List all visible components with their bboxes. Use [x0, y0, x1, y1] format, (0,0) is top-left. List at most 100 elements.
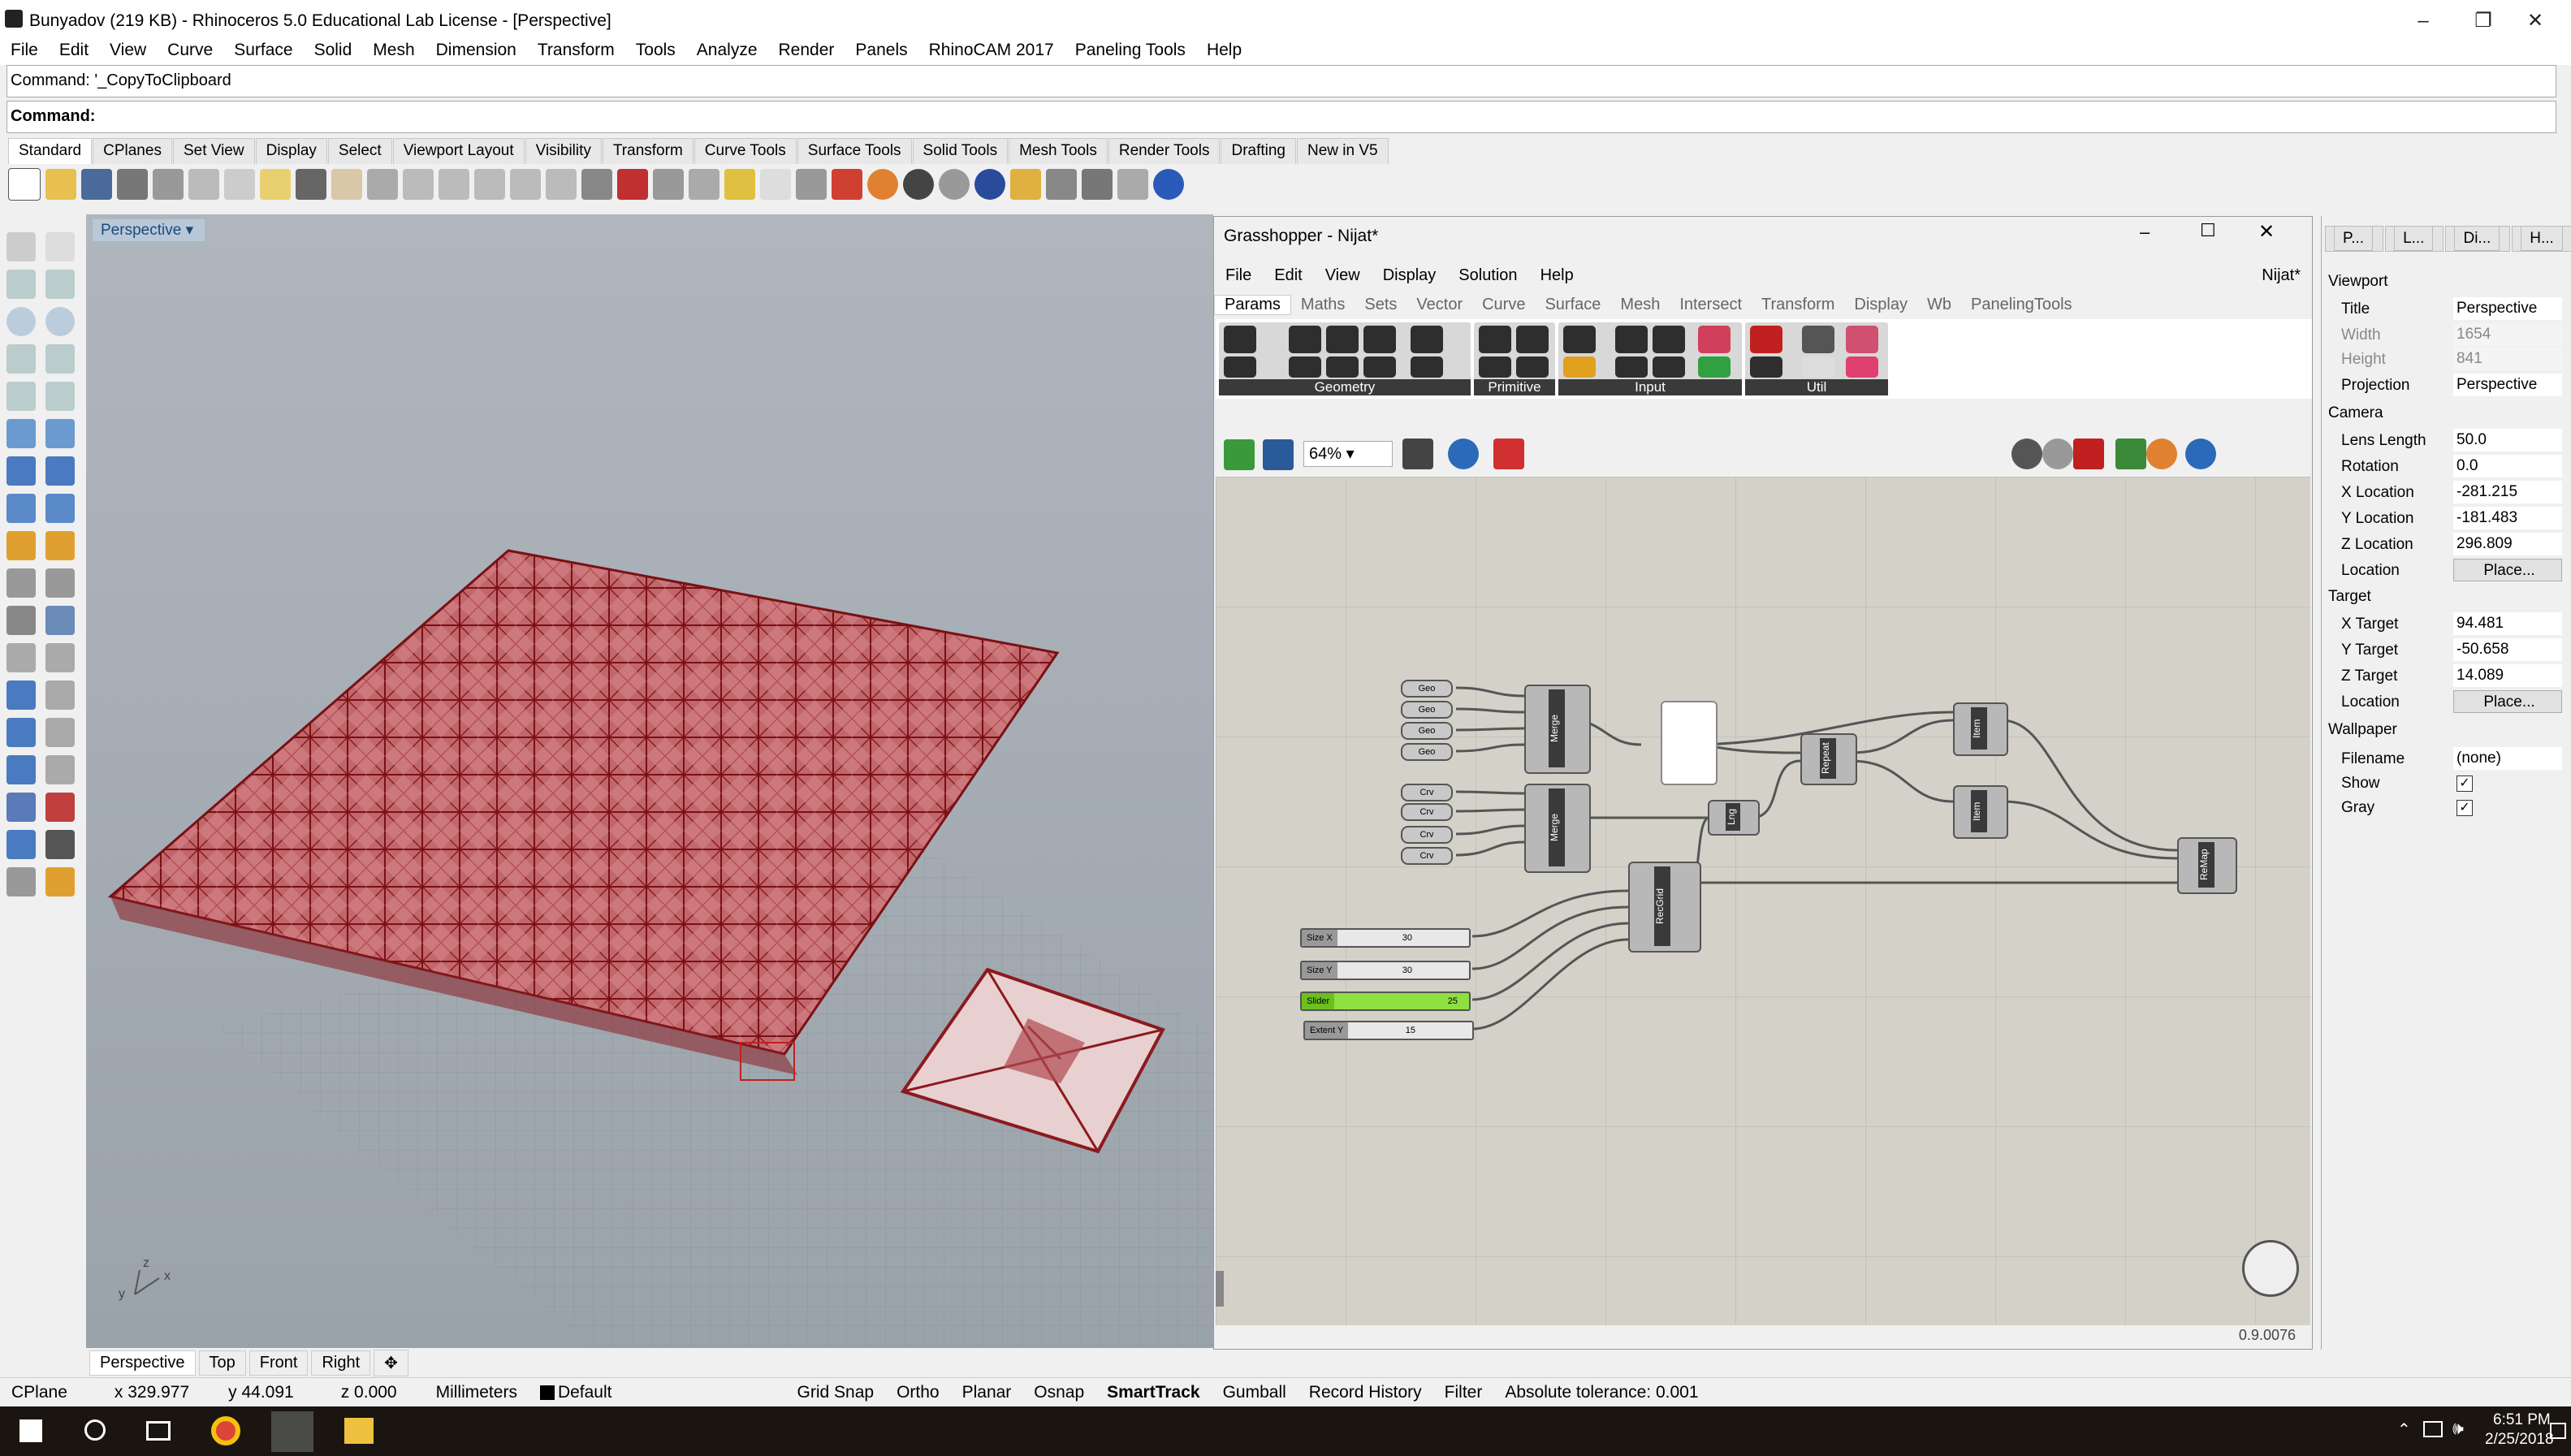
bulb-icon[interactable]: [760, 169, 791, 200]
gh-menu-solution[interactable]: Solution: [1447, 266, 1528, 285]
tab-drafting[interactable]: Drafting: [1221, 138, 1296, 164]
freeform-icon[interactable]: [45, 382, 75, 411]
gh-integer-param-icon[interactable]: [1516, 326, 1549, 353]
gh-menu-display[interactable]: Display: [1372, 266, 1448, 285]
undo-icon[interactable]: [296, 169, 326, 200]
boolean-icon[interactable]: [6, 606, 36, 635]
gh-merge-node-1[interactable]: Merge: [1524, 685, 1591, 774]
gh-param-geo-2[interactable]: Geo: [1401, 701, 1453, 719]
status-grid-snap[interactable]: Grid Snap: [786, 1383, 886, 1402]
hatch-icon[interactable]: [45, 568, 75, 598]
tab-curve-tools[interactable]: Curve Tools: [694, 138, 797, 164]
gh-tab-maths[interactable]: Maths: [1291, 296, 1355, 314]
gh-navigation-widget-icon[interactable]: [2242, 1240, 2299, 1297]
surface-edge-icon[interactable]: [45, 419, 75, 448]
tab-mesh-tools[interactable]: Mesh Tools: [1009, 138, 1108, 164]
point-icon[interactable]: [689, 169, 719, 200]
add-viewport-icon[interactable]: ✥: [374, 1349, 408, 1376]
extrude-icon[interactable]: [45, 494, 75, 523]
clock-date[interactable]: 2/25/2018: [2485, 1431, 2554, 1449]
gh-tab-display[interactable]: Display: [1844, 296, 1917, 314]
gh-tab-curve[interactable]: Curve: [1472, 296, 1535, 314]
gh-shaded-icon[interactable]: [2115, 439, 2146, 469]
tab-set-view[interactable]: Set View: [172, 138, 255, 164]
gh-canvas[interactable]: Geo Geo Geo Geo Crv Crv Crv Crv Merge Me…: [1216, 477, 2310, 1325]
new-file-icon[interactable]: [8, 168, 41, 201]
polyline-icon[interactable]: [6, 270, 36, 299]
gh-remap-node[interactable]: ReMap: [2177, 837, 2237, 894]
volume-icon[interactable]: 🕪: [2452, 1418, 2464, 1439]
gh-merge-node-2[interactable]: Merge: [1524, 784, 1591, 873]
gh-save-icon[interactable]: [1263, 439, 1294, 470]
light-icon[interactable]: [1010, 169, 1041, 200]
gh-geometry-param-icon[interactable]: [1224, 356, 1256, 378]
export-icon[interactable]: [153, 169, 184, 200]
menu-curve[interactable]: Curve: [157, 41, 223, 60]
gh-line-param-icon[interactable]: [1326, 356, 1359, 378]
start-windows-icon[interactable]: [19, 1419, 42, 1442]
gh-repeat-node[interactable]: Repeat: [1800, 733, 1857, 785]
menu-view[interactable]: View: [99, 41, 157, 60]
polygon-icon[interactable]: [6, 382, 36, 411]
select-icon[interactable]: [724, 169, 755, 200]
cut-icon[interactable]: [188, 169, 219, 200]
paint-icon[interactable]: [45, 531, 75, 560]
menu-panels[interactable]: Panels: [845, 41, 918, 60]
menu-file[interactable]: File: [0, 41, 49, 60]
gh-item-node-1[interactable]: Item: [1953, 702, 2008, 756]
gh-param-geo-4[interactable]: Geo: [1401, 743, 1453, 761]
notifications-icon[interactable]: [2550, 1423, 2566, 1439]
gh-gradient-icon[interactable]: [1698, 326, 1731, 353]
cylinder-icon[interactable]: [6, 494, 36, 523]
status-smarttrack[interactable]: SmartTrack: [1095, 1383, 1211, 1402]
save-icon[interactable]: [81, 169, 112, 200]
cluster-icon[interactable]: [45, 606, 75, 635]
mesh-tool-icon[interactable]: [6, 531, 36, 560]
fillet-icon[interactable]: [6, 643, 36, 672]
gh-data-icon[interactable]: [1846, 326, 1878, 353]
solid-box-icon[interactable]: [6, 456, 36, 486]
menu-rhinocam[interactable]: RhinoCAM 2017: [918, 41, 1065, 60]
gh-menu-edit[interactable]: Edit: [1263, 266, 1313, 285]
tab-surface-tools[interactable]: Surface Tools: [797, 138, 912, 164]
gh-tab-sets[interactable]: Sets: [1355, 296, 1406, 314]
gh-sketch-icon[interactable]: [1493, 439, 1524, 469]
zoom-dynamic-icon[interactable]: [546, 169, 577, 200]
gh-arrow-icon[interactable]: [1802, 326, 1834, 353]
gh-surface-param-icon[interactable]: [1363, 326, 1396, 353]
surface-points-icon[interactable]: [6, 419, 36, 448]
render-tool-icon[interactable]: [6, 867, 36, 896]
gh-scroll-indicator[interactable]: [1216, 1271, 1224, 1307]
car-icon[interactable]: [617, 169, 648, 200]
tab-properties[interactable]: P...: [2325, 226, 2384, 252]
gh-button-icon[interactable]: [1615, 356, 1648, 378]
rotate-view-icon[interactable]: [367, 169, 398, 200]
ellipse-icon[interactable]: [45, 307, 75, 336]
status-gumball[interactable]: Gumball: [1212, 1383, 1298, 1402]
grid-array-icon[interactable]: [6, 793, 36, 822]
gh-brep-param-icon[interactable]: [1289, 356, 1321, 378]
circle-icon[interactable]: [6, 307, 36, 336]
tab-standard[interactable]: Standard: [8, 138, 93, 164]
gh-preview-mode-icon[interactable]: [2011, 439, 2042, 469]
prop-z-location-value[interactable]: 296.809: [2453, 533, 2562, 555]
gh-point-param-icon[interactable]: [1363, 356, 1396, 378]
gh-tab-surface[interactable]: Surface: [1535, 296, 1610, 314]
gray-checkbox[interactable]: ✓: [2456, 800, 2473, 816]
tab-transform[interactable]: Transform: [602, 138, 694, 164]
gh-item-node-2[interactable]: Item: [1953, 785, 2008, 839]
prop-rotation-value[interactable]: 0.0: [2453, 455, 2562, 477]
lock-icon[interactable]: [796, 169, 827, 200]
show-checkbox[interactable]: ✓: [2456, 776, 2473, 792]
gh-curve-param-icon[interactable]: [1326, 326, 1359, 353]
gh-slider-icon[interactable]: [1653, 326, 1685, 353]
gh-param-crv-4[interactable]: Crv: [1401, 847, 1453, 865]
menu-help[interactable]: Help: [1196, 41, 1252, 60]
prop-filename-value[interactable]: (none): [2453, 747, 2562, 770]
menu-paneling-tools[interactable]: Paneling Tools: [1065, 41, 1196, 60]
gh-circle-param-icon[interactable]: [1289, 326, 1321, 353]
gh-mesh-param-icon[interactable]: [1411, 326, 1443, 353]
gh-matrix-icon[interactable]: [1698, 356, 1731, 378]
gh-box-param-icon[interactable]: [1224, 326, 1256, 353]
tab-display-panel[interactable]: Di...: [2445, 226, 2511, 252]
